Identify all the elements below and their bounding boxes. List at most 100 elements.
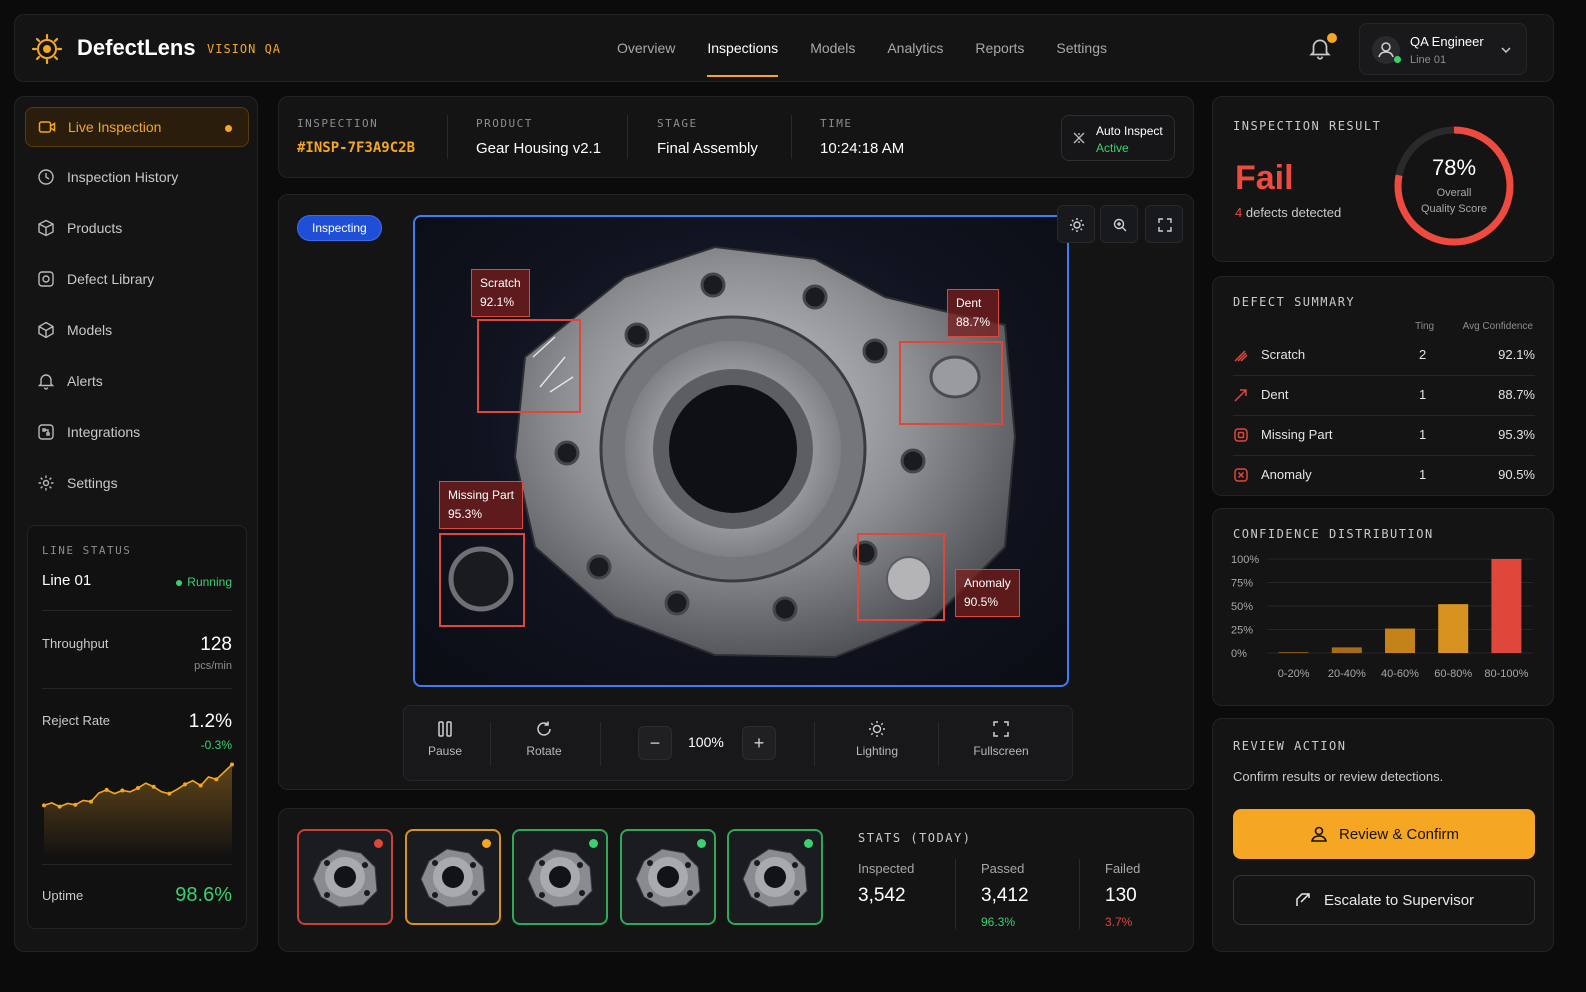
user-menu[interactable]: QA Engineer Line 01 [1359,23,1527,75]
inspecting-badge: Inspecting [297,215,382,241]
brand-subtitle: VISION QA [207,42,282,56]
lighting-button[interactable]: Lighting [844,720,910,758]
detection-box-dent[interactable] [899,341,1003,425]
uptime-value: 98.6% [175,884,232,906]
sidebar-item-live-inspection[interactable]: Live Inspection [25,107,249,147]
summary-confidence-header: Avg Confidence [1462,321,1533,332]
failed-percent: 3.7% [1105,915,1133,929]
bar-60-80%[interactable] [1438,604,1469,653]
inspection-result-card: INSPECTION RESULT Fail 4 defects detecte… [1212,96,1554,262]
bar-40-60%[interactable] [1385,628,1415,653]
defect-count: 1 [1419,427,1427,442]
detection-label-anomaly: Anomaly 90.5% [955,569,1020,617]
inspection-id-block: INSPECTION #INSP-7F3A9C2B [297,117,415,156]
sidebar-item-alerts[interactable]: Alerts [25,361,249,401]
nav-inspections[interactable]: Inspections [691,15,794,83]
x-tick-label: 80-100% [1484,668,1528,680]
divider [814,722,815,766]
user-check-icon [1310,826,1328,842]
divider [42,688,232,689]
throughput-value: 128 [200,634,232,655]
avatar [1372,36,1401,64]
confidence-distribution-card: CONFIDENCE DISTRIBUTION 100% 75% 50% 25% 0% 0… [1212,508,1554,706]
detection-name: Scratch [480,276,521,290]
recent-inspection-thumbnail[interactable] [297,829,393,925]
defect-name: Scratch [1261,347,1306,362]
detection-box-scratch[interactable] [477,319,581,413]
brightness-button[interactable] [1057,205,1095,243]
divider [627,115,628,159]
summary-row-anomaly[interactable]: Anomaly 1 90.5% [1233,456,1535,496]
sidebar-item-settings[interactable]: Settings [25,463,249,503]
sidebar-item-label: Alerts [67,373,103,389]
anomaly-icon [1234,468,1248,482]
pause-button[interactable]: Pause [414,720,476,758]
defects-count: 4 [1235,205,1243,220]
review-caption: REVIEW ACTION [1233,739,1347,753]
summary-row-scratch[interactable]: Scratch 2 92.1% [1233,336,1535,376]
user-line: Line 01 [1410,54,1447,66]
summary-row-missing-part[interactable]: Missing Part 1 95.3% [1233,416,1535,456]
throughput-unit: pcs/min [194,660,232,672]
divider [600,722,601,766]
escalate-button[interactable]: Escalate to Supervisor [1233,875,1535,925]
recent-inspection-thumbnail[interactable] [727,829,823,925]
defect-confidence: 88.7% [1498,387,1535,402]
nav-settings[interactable]: Settings [1040,15,1123,83]
auto-inspect-label: Auto Inspect [1096,124,1163,138]
active-dot [225,125,232,132]
review-text: Confirm results or review detections. [1233,769,1444,784]
notification-dot [1327,33,1337,43]
stage-name: Final Assembly [657,140,758,157]
zoom-out-button[interactable]: − [638,726,672,760]
status-dot [696,839,706,848]
time-block: TIME 10:24:18 AM [820,117,904,157]
summary-row-dent[interactable]: Dent 1 88.7% [1233,376,1535,416]
inspected-value: 3,542 [858,885,906,906]
bar-20-40%[interactable] [1331,647,1362,653]
auto-inspect-state: Active [1096,141,1129,155]
inspection-id: #INSP-7F3A9C2B [297,140,416,156]
sidebar-item-products[interactable]: Products [25,208,249,248]
sidebar-item-label: Integrations [67,424,141,440]
line-state-label: Running [187,575,232,589]
nav-reports[interactable]: Reports [959,15,1040,83]
scratch-icon [1234,350,1248,362]
defect-name: Missing Part [1261,427,1333,442]
detection-box-missing-part[interactable] [439,533,525,627]
x-tick-label: 40-60% [1381,668,1419,680]
sidebar-item-integrations[interactable]: Integrations [25,412,249,452]
y-tick-label: 0% [1231,648,1247,660]
bar-0-20%[interactable] [1278,652,1309,654]
line-state: Running [176,575,232,589]
review-action-card: REVIEW ACTION Confirm results or review … [1212,718,1554,952]
detection-box-anomaly[interactable] [857,533,945,621]
rotate-button[interactable]: Rotate [510,720,578,758]
recent-inspection-thumbnail[interactable] [404,829,501,925]
auto-inspect-toggle[interactable]: Auto Inspect Active [1061,115,1175,161]
recent-inspection-thumbnail[interactable] [512,829,608,925]
review-confirm-button[interactable]: Review & Confirm [1233,809,1535,859]
sparkline-point [230,762,234,767]
recent-inspection-thumbnail[interactable] [619,829,716,925]
detection-confidence: 88.7% [956,315,991,329]
zoom-in-button[interactable]: + [742,726,776,760]
dent-icon [1234,389,1247,402]
fullscreen-button[interactable]: Fullscreen [966,720,1036,758]
nav-models[interactable]: Models [794,15,871,83]
fullscreen-label: Fullscreen [973,744,1029,758]
zoom-button[interactable] [1100,205,1138,243]
box-icon [38,219,54,237]
history-icon [38,169,54,185]
sidebar-item-inspection-history[interactable]: Inspection History [25,157,249,197]
reject-rate-value: 1.2% [188,711,232,732]
status-dot [589,839,598,848]
integrations-icon [38,424,54,440]
nav-analytics[interactable]: Analytics [871,15,959,83]
sidebar-item-defect-library[interactable]: Defect Library [25,259,249,299]
nav-overview[interactable]: Overview [601,15,691,83]
status-dot [804,839,813,848]
bar-80-100%[interactable] [1491,559,1522,653]
sidebar-item-models[interactable]: Models [25,310,249,350]
expand-button[interactable] [1145,205,1183,243]
